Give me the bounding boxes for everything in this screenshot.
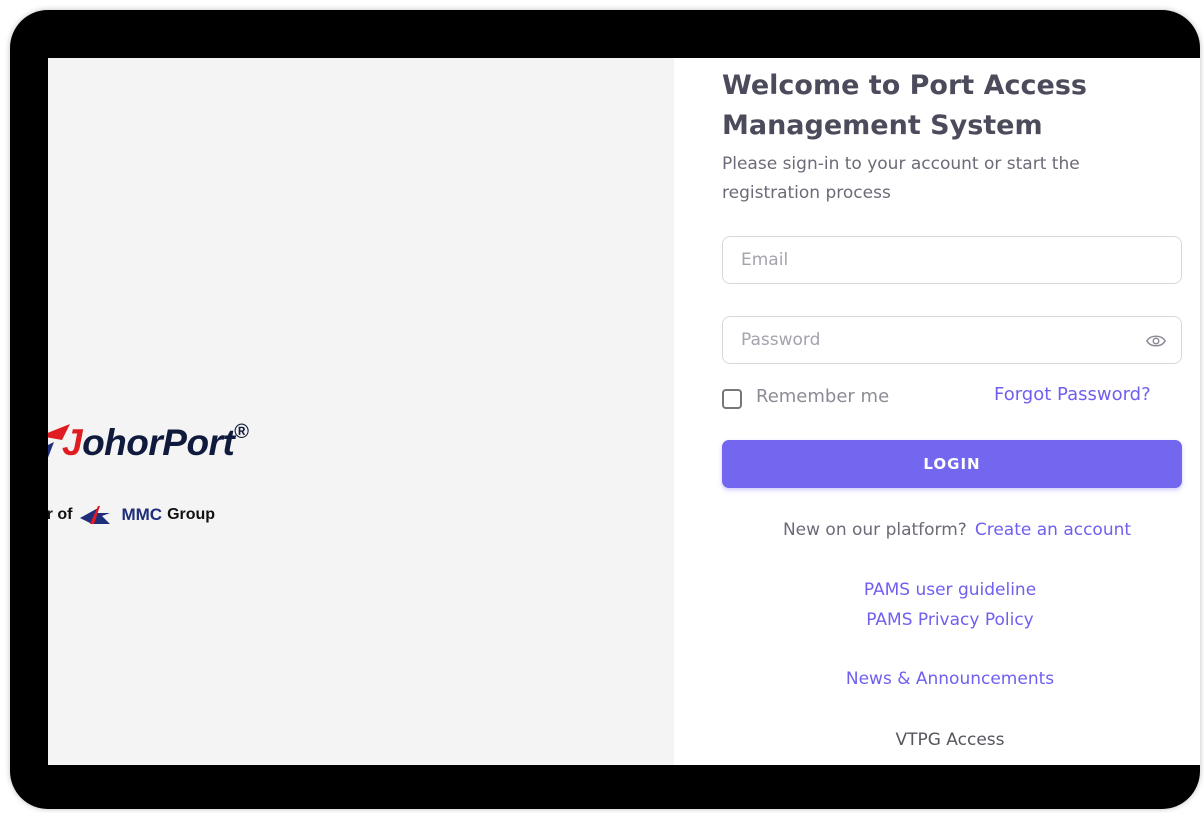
login-screen: JohorPort® ber of MMC Group Welcome to P… <box>48 58 1200 765</box>
privacy-policy-link[interactable]: PAMS Privacy Policy <box>722 610 1178 630</box>
signup-row: New on our platform? Create an account <box>722 520 1192 540</box>
eye-icon[interactable] <box>1145 331 1167 351</box>
create-account-link[interactable]: Create an account <box>975 520 1131 540</box>
device-frame: JohorPort® ber of MMC Group Welcome to P… <box>10 10 1200 809</box>
news-announcements-link[interactable]: News & Announcements <box>722 669 1178 689</box>
login-button[interactable]: LOGIN <box>722 440 1182 488</box>
email-field <box>722 236 1182 284</box>
member-of-mmc-line: ber of MMC Group <box>48 505 216 524</box>
forgot-password-link[interactable]: Forgot Password? <box>994 384 1151 405</box>
vtpg-access-link[interactable]: VTPG Access <box>722 730 1178 750</box>
page-subtitle: Please sign-in to your account or start … <box>722 154 1080 203</box>
password-field <box>722 316 1182 364</box>
email-input[interactable] <box>723 237 1181 283</box>
user-guideline-link[interactable]: PAMS user guideline <box>722 580 1178 600</box>
page-title: Welcome to Port Access Management System <box>722 70 1087 141</box>
branding-panel: JohorPort® ber of MMC Group <box>48 58 674 765</box>
logo-wordmark: JohorPort® <box>62 420 249 463</box>
remember-me-label[interactable]: Remember me <box>756 386 889 407</box>
signup-prompt: New on our platform? <box>782 520 967 540</box>
remember-row: Remember me Forgot Password? <box>722 383 1192 413</box>
password-input[interactable] <box>723 317 1181 363</box>
remember-me-checkbox[interactable] <box>722 389 742 409</box>
mmc-logo-icon <box>80 506 111 524</box>
johorport-logo: JohorPort® ber of MMC Group <box>48 418 336 558</box>
login-panel: Welcome to Port Access Management System… <box>674 58 1200 765</box>
